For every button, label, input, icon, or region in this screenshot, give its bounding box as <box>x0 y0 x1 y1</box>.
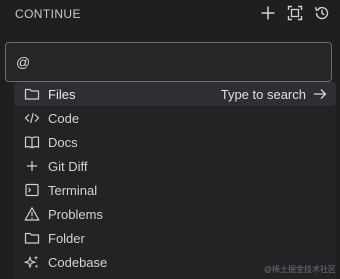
fullscreen-icon[interactable] <box>286 4 304 22</box>
plus-icon <box>24 158 40 174</box>
dropdown-item-terminal[interactable]: Terminal <box>14 178 336 202</box>
dropdown-item-git-diff[interactable]: Git Diff <box>14 154 336 178</box>
dropdown-item-label: Docs <box>48 134 78 150</box>
dropdown-item-label: Problems <box>48 206 103 222</box>
history-icon[interactable] <box>313 4 331 22</box>
chat-input-value: @ <box>16 54 31 70</box>
type-to-search-hint: Type to search <box>220 86 306 102</box>
dropdown-item-docs[interactable]: Docs <box>14 130 336 154</box>
folder-icon <box>24 86 40 102</box>
dropdown-item-label: Files <box>48 86 76 102</box>
dropdown-item-folder[interactable]: Folder <box>14 226 336 250</box>
dropdown-item-label: Code <box>48 110 80 126</box>
terminal-icon <box>24 182 40 198</box>
context-provider-dropdown: Files Type to search Code Docs Git Diff … <box>14 82 336 279</box>
watermark: @稀土掘金技术社区 <box>263 265 336 274</box>
dropdown-item-files[interactable]: Files Type to search <box>14 82 336 106</box>
dropdown-item-label: Folder <box>48 230 85 246</box>
folder-icon <box>24 230 40 246</box>
sparkles-icon <box>24 254 40 270</box>
warning-icon <box>24 206 40 222</box>
panel-title: CONTINUE <box>15 7 81 21</box>
panel-header: CONTINUE <box>0 0 340 28</box>
dropdown-item-code[interactable]: Code <box>14 106 336 130</box>
code-icon <box>24 110 40 126</box>
plus-icon[interactable] <box>259 4 277 22</box>
dropdown-item-label: Git Diff <box>48 158 88 174</box>
dropdown-item-problems[interactable]: Problems <box>14 202 336 226</box>
dropdown-item-label: Codebase <box>48 254 108 270</box>
arrow-right-icon <box>312 86 328 102</box>
dropdown-item-label: Terminal <box>48 182 98 198</box>
chat-input[interactable]: @ <box>5 42 332 82</box>
book-icon <box>24 134 40 150</box>
